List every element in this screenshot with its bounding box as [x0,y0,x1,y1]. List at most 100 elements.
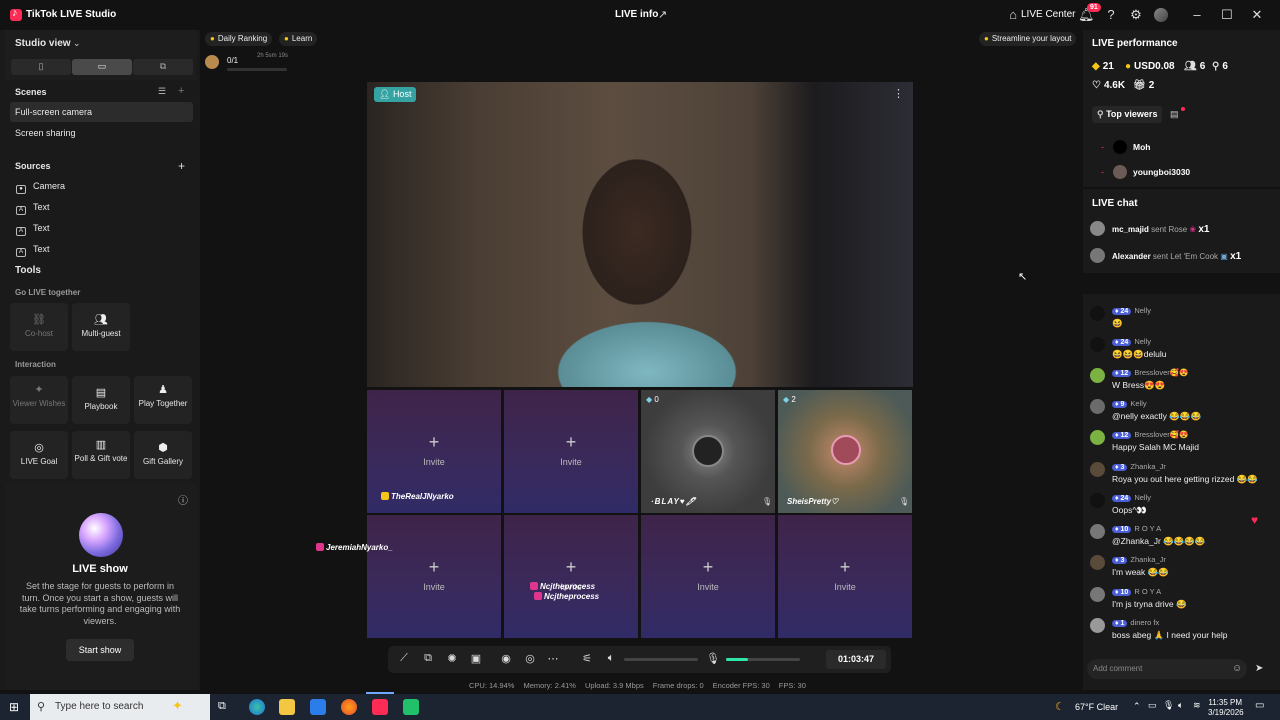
heart-icon[interactable]: ♥ [1251,513,1258,527]
taskbar-clock[interactable]: 11:35 PM 3/19/2026 [1208,698,1244,718]
camera-switch-icon[interactable]: ◎ [523,652,537,665]
settings-sliders-icon[interactable]: ⚟ [580,652,594,665]
learn-chip[interactable]: ● Learn [279,32,318,46]
microphone-icon[interactable]: 🎙︎ [1163,700,1174,711]
mic-level-slider[interactable] [726,658,800,661]
volume-slider[interactable] [624,658,698,661]
list-icon[interactable]: ▤ [1170,109,1179,120]
guest-slot[interactable]: + Invite [367,515,501,638]
cohost-button[interactable]: ⛓ Co-host [10,303,68,351]
firefox-icon[interactable] [341,699,357,715]
more-icon[interactable]: ⋮ [893,87,904,100]
viewer-wishes-button[interactable]: ✦ Viewer Wishes [10,376,68,424]
guest-slot[interactable]: + Invite [778,515,912,638]
people-icon: 👥︎ [94,314,108,326]
source-item[interactable]: A Text [16,244,50,258]
gear-icon[interactable]: ⚙ [1128,7,1144,23]
live-goal-button[interactable]: ◎ LIVE Goal [10,431,68,479]
top-viewers-tab[interactable]: ⚲ Top viewers [1092,106,1162,123]
start-show-button[interactable]: Start show [66,639,134,661]
send-icon[interactable]: ➤ [1255,663,1263,674]
source-item[interactable]: A Text [16,202,50,216]
top-viewer-row[interactable]: - youngboi3030 [1098,165,1268,179]
streamline-layout-chip[interactable]: ● Streamline your layout [979,32,1077,46]
weather-widget[interactable]: 67°F Clear [1075,702,1118,712]
more-icon[interactable]: ⋯ [546,652,560,665]
guest-name: SheisPretty♡ [787,497,839,506]
wifi-icon[interactable]: ≋ [1193,700,1201,711]
share-icon[interactable]: ↗ [658,8,667,21]
chat-message[interactable]: ♦ 3 Zhanka_Jr I'm weak 😂😂 [1090,555,1272,581]
record-icon[interactable]: ◉ [499,652,513,665]
edge-icon[interactable] [249,699,265,715]
play-together-button[interactable]: ♟ Play Together [134,376,192,424]
list-icon[interactable]: ☰ [158,86,166,97]
microphone-icon[interactable]: 🎙︎ [706,652,720,665]
chat-message[interactable]: ♦ 12 Bresslover🥰😍 Happy Salah MC Majid [1090,430,1272,456]
gift-gallery-button[interactable]: ⬢ Gift Gallery [134,431,192,479]
multi-guest-button[interactable]: 👥︎ Multi-guest [72,303,130,351]
avatar [1113,165,1127,179]
add-source-icon[interactable]: + [178,159,185,173]
guest-name: ·BLAY♥🖊 [651,497,697,506]
store-icon[interactable] [310,699,326,715]
mic-icon[interactable]: 🎙︎ [762,497,772,506]
live-center-button[interactable]: LIVE Center [1021,9,1075,20]
minimize-icon[interactable]: – [1189,7,1205,23]
chevron-up-icon[interactable]: ⌃ [1133,701,1141,712]
guest-slot[interactable]: + Invite [504,390,638,513]
chat-message[interactable]: ♦ 1 dinero fx boss abeg 🙏 I need your help [1090,618,1272,644]
effects-icon[interactable]: ✺ [445,652,459,665]
speaker-icon[interactable]: 🔈︎ [604,652,618,665]
help-icon[interactable]: ? [1103,7,1119,23]
guest-slot[interactable]: + Invite [504,515,638,638]
help-icon[interactable]: ⓘ [178,492,188,507]
magic-wand-icon[interactable]: ⟋ [397,652,411,665]
notification-center-icon[interactable]: ▭ [1255,700,1264,711]
windows-start-icon[interactable]: ⊞ [9,700,19,714]
chevron-down-icon[interactable]: ⌄ [73,38,81,49]
portrait-view-button[interactable]: ▯ [11,59,71,75]
add-comment-input[interactable]: Add comment [1087,659,1247,679]
chat-message[interactable]: ♦ 10 R O Y A I'm js tryna drive 😂 [1090,587,1272,613]
guest-video-feed[interactable] [641,390,775,513]
add-scene-icon[interactable]: ⧉ [421,652,435,665]
dual-view-button[interactable]: ⧉ [133,59,193,75]
add-scene-icon[interactable]: + [178,85,184,97]
chat-message[interactable]: ♦ 10 R O Y A @Zhanka_Jr 😂😂😂😂 [1090,524,1272,550]
scene-item[interactable]: Screen sharing [10,123,193,143]
app-icon[interactable] [403,699,419,715]
chat-message[interactable]: ♦ 24 Nelly 😆 [1090,306,1272,332]
guest-slot[interactable]: + Invite [641,515,775,638]
source-item[interactable]: ● Camera [16,181,65,195]
source-item[interactable]: A Text [16,223,50,237]
scene-item[interactable]: Full-screen camera [10,102,193,122]
live-info-title[interactable]: LIVE info [615,9,658,20]
studio-view-dropdown[interactable]: Studio view [15,38,71,49]
top-viewer-row[interactable]: - Moh [1098,140,1268,154]
avatar[interactable] [1154,8,1168,22]
chat-message[interactable]: ♦ 24 Nelly Oops^👀 [1090,493,1272,519]
poll-gift-vote-button[interactable]: ▥ Poll & Gift vote [72,431,130,479]
chat-message[interactable]: ♦ 24 Nelly 😆😆😆delulu [1090,337,1272,363]
task-view-icon[interactable]: ⧉ [218,700,226,713]
close-icon[interactable]: ✕ [1249,7,1265,23]
emoji-icon[interactable]: ☺ [1232,663,1242,674]
sources-heading: Sources [15,161,51,171]
taskbar-search-input[interactable]: Type here to search [30,694,210,720]
speaker-icon[interactable]: 🔈︎ [1178,700,1183,711]
tiktok-live-studio-icon[interactable] [372,699,388,715]
guest-video-feed[interactable] [778,390,912,513]
daily-ranking-chip[interactable]: ● Daily Ranking [205,32,273,46]
screen-icon[interactable]: ▣ [469,652,483,665]
playbook-button[interactable]: ▤ Playbook [72,376,130,424]
network-icon[interactable]: ▭ [1148,700,1157,711]
landscape-view-button[interactable]: ▭ [72,59,132,75]
chat-message[interactable]: ♦ 12 Bresslover🥰😍 W Bress😍😍 [1090,368,1272,394]
file-explorer-icon[interactable] [279,699,295,715]
maximize-icon[interactable]: ☐ [1219,7,1235,23]
chat-message[interactable]: ♦ 9 Kelly @nelly exactly 😂😂😂 [1090,399,1272,425]
chat-message[interactable]: ♦ 3 Zhanka_Jr Roya you out here getting ri… [1090,462,1272,488]
moon-icon: ☾ [1055,701,1065,713]
mic-icon[interactable]: 🎙︎ [899,497,909,506]
